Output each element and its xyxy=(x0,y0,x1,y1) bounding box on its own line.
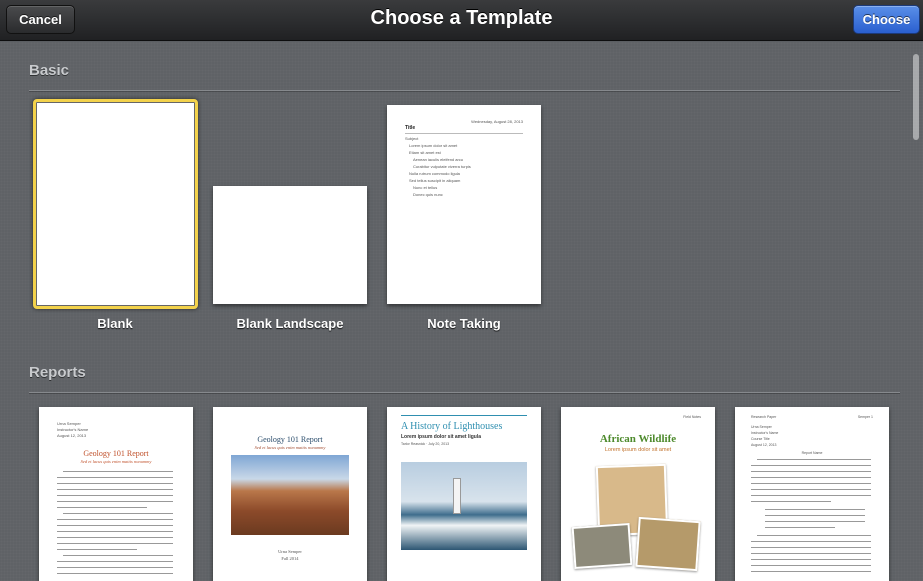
page-title: Choose a Template xyxy=(370,7,553,29)
report-header: Field Notes xyxy=(683,415,701,419)
section-title-basic: Basic xyxy=(29,62,70,79)
note-item: Etiam sit amet est xyxy=(409,150,441,155)
report-byline: Tarlor Reasnick · July 20, 2013 xyxy=(401,442,450,446)
template-note-taking[interactable]: Wednesday, August 28, 2013 Title Subject… xyxy=(387,105,541,304)
template-report-geology-essay[interactable]: Urna Semper Instructor's Name August 12,… xyxy=(39,407,193,581)
report-header-left: Research Paper xyxy=(751,415,777,419)
report-date: August 12, 2013 xyxy=(751,443,777,447)
report-subtitle: Sed et lacus quis enim mattis nonummy xyxy=(80,459,152,464)
note-item: Lorem ipsum dolor sit amet xyxy=(409,143,458,148)
choose-button[interactable]: Choose xyxy=(853,5,920,34)
report-header-right: Semper 1 xyxy=(857,415,873,419)
scrollbar[interactable] xyxy=(913,54,919,140)
note-date: Wednesday, August 28, 2013 xyxy=(471,119,523,124)
report-title: Report Name xyxy=(801,451,823,455)
report-subtitle: Sed et lacus quis enim mattis nonummy xyxy=(254,445,326,450)
template-label-blank: Blank xyxy=(97,316,133,331)
section-title-reports: Reports xyxy=(29,364,86,381)
note-item: Nulla rutrum commodo ligula xyxy=(409,171,460,176)
meerkat-image xyxy=(635,516,701,572)
elephant-image xyxy=(571,523,633,569)
note-item: Donec quis nunc xyxy=(413,192,443,197)
note-item: Curabitur vulputate viverra turpis xyxy=(413,164,471,169)
note-item: Sed tellus suscipit in aliquam xyxy=(409,178,461,183)
template-report-lighthouses[interactable]: A History of Lighthouses Lorem ipsum dol… xyxy=(387,407,541,581)
report-title: Geology 101 Report xyxy=(257,435,323,444)
lighthouse-image xyxy=(401,462,527,550)
report-title: African Wildlife xyxy=(599,433,677,445)
report-instructor: Instructor's Name xyxy=(57,427,89,432)
report-course: Course Title xyxy=(751,437,770,441)
note-item: Nunc et tellus xyxy=(413,185,438,190)
report-author: Urna Semper xyxy=(278,549,302,554)
report-subtitle: Lorem ipsum dolor sit amet xyxy=(604,447,672,453)
note-subject: Subject xyxy=(405,136,419,141)
note-item: Aenean iaculis eleifend arcu xyxy=(413,157,464,162)
section-divider xyxy=(29,392,900,393)
report-instructor: Instructor's Name xyxy=(751,431,779,435)
report-author: Urna Semper xyxy=(751,425,772,429)
canyon-image xyxy=(231,455,349,535)
template-report-african-wildlife[interactable]: Field Notes African Wildlife Lorem ipsum… xyxy=(561,407,715,581)
template-label-blank-landscape: Blank Landscape xyxy=(236,316,344,331)
report-author: Urna Semper xyxy=(57,421,81,426)
note-title: Title xyxy=(405,125,416,131)
template-report-research-paper[interactable]: Research Paper Semper 1 Urna Semper Inst… xyxy=(735,407,889,581)
template-chooser[interactable]: Basic Blank Blank Landscape Wednesday, A… xyxy=(0,42,923,581)
report-term: Fall 2014 xyxy=(281,556,299,561)
navigation-bar: Cancel Choose a Template Choose xyxy=(0,0,923,41)
report-title: Geology 101 Report xyxy=(83,449,149,458)
report-subtitle: Lorem ipsum dolor sit amet ligula xyxy=(401,434,482,440)
report-title: A History of Lighthouses xyxy=(401,421,503,432)
section-divider xyxy=(29,90,900,91)
report-date: August 12, 2013 xyxy=(57,433,87,438)
template-blank[interactable] xyxy=(33,99,198,309)
template-report-geology-cover[interactable]: Geology 101 Report Sed et lacus quis eni… xyxy=(213,407,367,581)
template-blank-landscape[interactable] xyxy=(213,186,367,304)
template-label-note-taking: Note Taking xyxy=(427,316,501,331)
